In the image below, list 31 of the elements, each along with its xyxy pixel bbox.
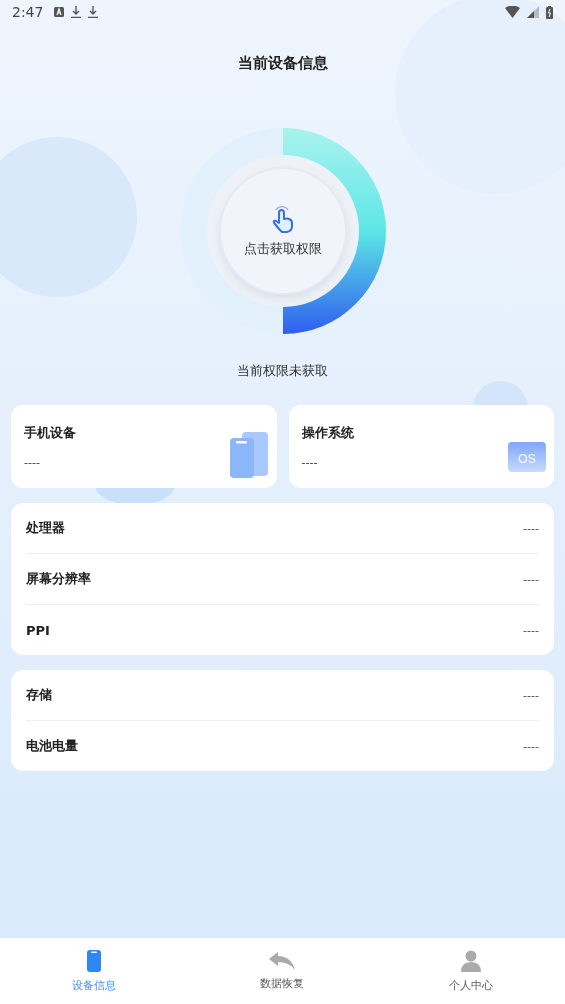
user-icon xyxy=(460,949,481,972)
wifi-icon xyxy=(505,6,520,18)
phone-icon xyxy=(87,949,102,972)
download-icon xyxy=(88,6,99,18)
status-time: 2:47 xyxy=(12,4,44,20)
info-label: 存储 xyxy=(26,686,52,704)
phone-icon xyxy=(228,432,269,478)
signal-icon xyxy=(527,6,539,18)
info-value: ---- xyxy=(523,739,539,753)
tab-item[interactable]: 数据恢复 xyxy=(188,938,377,1004)
info-value: ---- xyxy=(523,688,539,702)
card-title: 手机设备 xyxy=(24,424,76,442)
card-value: ---- xyxy=(24,456,40,469)
info-value: ---- xyxy=(523,521,539,535)
reply-arrow-icon xyxy=(269,951,296,970)
battery-icon xyxy=(546,5,553,19)
card-value: ---- xyxy=(301,456,318,469)
info-label: 电池电量 xyxy=(26,737,78,755)
info-value: ---- xyxy=(523,623,539,637)
permission-status: 当前权限未获取 xyxy=(236,362,329,380)
notification-icon xyxy=(54,7,65,17)
tab-item[interactable]: 个人中心 xyxy=(376,938,565,1004)
info-label: 处理器 xyxy=(26,519,65,537)
info-value: ---- xyxy=(523,572,539,586)
card-title: 操作系统 xyxy=(301,424,354,442)
tab-item[interactable]: 设备信息 xyxy=(0,938,189,1004)
info-label: PPI xyxy=(26,622,50,638)
download-icon xyxy=(71,6,82,18)
page-title: 当前设备信息 xyxy=(236,54,329,73)
folder-icon: OS xyxy=(508,442,546,472)
info-label: 屏幕分辨率 xyxy=(26,570,91,588)
